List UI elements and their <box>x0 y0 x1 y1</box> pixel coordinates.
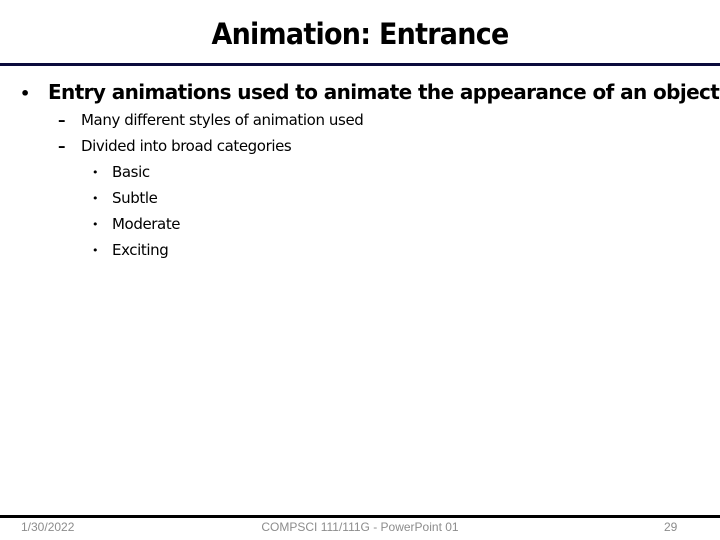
slide-title: Animation: Entrance <box>211 17 509 51</box>
bullet-level1: • Entry animations used to animate the ap… <box>20 78 720 108</box>
bullet-level3: • Subtle <box>92 187 158 210</box>
bullet-level3: • Moderate <box>92 213 181 236</box>
bullet-text: Many different styles of animation used <box>81 111 364 129</box>
bullet-text: Divided into broad categories <box>81 137 292 155</box>
dash-marker: – <box>58 137 66 155</box>
bullet-text: Basic <box>112 163 150 181</box>
bullet-level2: – Many different styles of animation used <box>58 109 364 131</box>
bullet-level3: • Basic <box>92 161 150 184</box>
bullet-level2: – Divided into broad categories <box>58 135 292 157</box>
bullet-text: Entry animations used to animate the app… <box>48 80 720 104</box>
footer-title: COMPSCI 111/111G - PowerPoint 01 <box>261 520 459 534</box>
bullet-marker: • <box>20 84 30 103</box>
bullet-text: Subtle <box>112 189 158 207</box>
bullet-text: Exciting <box>112 241 169 259</box>
footer-divider <box>0 515 720 518</box>
bullet-marker: • <box>92 218 99 231</box>
dash-marker: – <box>58 111 66 129</box>
bullet-marker: • <box>92 192 99 205</box>
bullet-level3: • Exciting <box>92 239 169 262</box>
title-divider <box>0 63 720 66</box>
slide-number: 29 <box>664 520 678 534</box>
bullet-marker: • <box>92 244 99 257</box>
bullet-text: Moderate <box>112 215 181 233</box>
bullet-marker: • <box>92 166 99 179</box>
